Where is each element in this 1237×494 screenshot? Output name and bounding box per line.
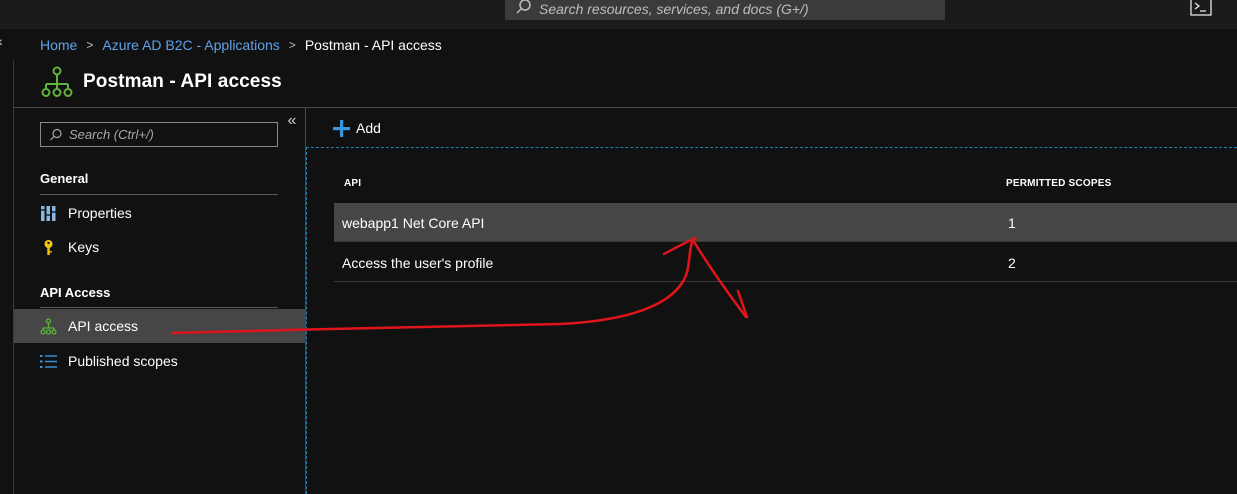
section-divider xyxy=(40,307,278,308)
cloud-shell-icon[interactable] xyxy=(1190,0,1212,17)
expand-chevron-icon[interactable]: ‹ xyxy=(0,33,8,53)
key-icon xyxy=(44,239,53,255)
api-cell: webapp1 Net Core API xyxy=(342,215,485,231)
scopes-cell: 1 xyxy=(1008,215,1016,231)
add-button[interactable]: Add xyxy=(333,119,381,137)
sidebar: « General Properties Keys API Access xyxy=(14,108,305,494)
breadcrumb-home-link[interactable]: Home xyxy=(40,37,77,53)
sidebar-item-keys[interactable]: Keys xyxy=(14,230,305,264)
table-row[interactable]: Access the user's profile 2 xyxy=(334,243,1237,282)
sidebar-section-api-access: API Access xyxy=(40,285,111,300)
sidebar-item-label: Published scopes xyxy=(68,353,178,369)
collapse-sidebar-icon[interactable]: « xyxy=(285,113,299,129)
page-title: Postman - API access xyxy=(83,71,282,92)
breadcrumb-separator-icon: > xyxy=(288,38,296,52)
command-bar: Add xyxy=(306,108,1237,147)
api-cell: Access the user's profile xyxy=(342,255,494,271)
search-icon xyxy=(516,0,531,14)
sidebar-item-published-scopes[interactable]: Published scopes xyxy=(14,344,305,378)
global-search-input[interactable] xyxy=(539,0,939,17)
sidebar-search-input[interactable] xyxy=(69,127,269,142)
breadcrumb-b2c-applications-link[interactable]: Azure AD B2C - Applications xyxy=(102,37,279,53)
api-access-icon xyxy=(41,66,73,97)
global-search-box[interactable] xyxy=(505,0,945,20)
sidebar-item-properties[interactable]: Properties xyxy=(14,196,305,230)
sidebar-search-box[interactable] xyxy=(40,122,278,147)
sidebar-section-general: General xyxy=(40,171,89,186)
scopes-cell: 2 xyxy=(1008,255,1016,271)
sidebar-item-label: API access xyxy=(68,318,139,334)
properties-icon xyxy=(41,205,56,221)
column-header-permitted-scopes[interactable]: PERMITTED SCOPES xyxy=(1006,178,1111,189)
section-divider xyxy=(40,194,278,195)
table-row[interactable]: webapp1 Net Core API 1 xyxy=(334,203,1237,242)
breadcrumb-current: Postman - API access xyxy=(304,37,442,53)
plus-icon xyxy=(333,119,350,137)
breadcrumb-separator-icon: > xyxy=(86,38,94,52)
main-content: Add API PERMITTED SCOPES webapp1 Net Cor… xyxy=(306,108,1237,494)
api-permissions-grid: API PERMITTED SCOPES webapp1 Net Core AP… xyxy=(306,147,1237,494)
page-header: Postman - API access xyxy=(40,64,282,100)
list-icon xyxy=(40,354,57,368)
breadcrumb: Home > Azure AD B2C - Applications > Pos… xyxy=(40,36,442,54)
sidebar-item-api-access[interactable]: API access xyxy=(14,309,305,343)
api-access-icon xyxy=(40,317,57,335)
search-icon xyxy=(50,128,62,140)
sidebar-item-label: Properties xyxy=(68,205,132,221)
sidebar-item-label: Keys xyxy=(68,239,100,255)
column-header-api[interactable]: API xyxy=(344,178,361,189)
add-button-label: Add xyxy=(356,120,381,136)
